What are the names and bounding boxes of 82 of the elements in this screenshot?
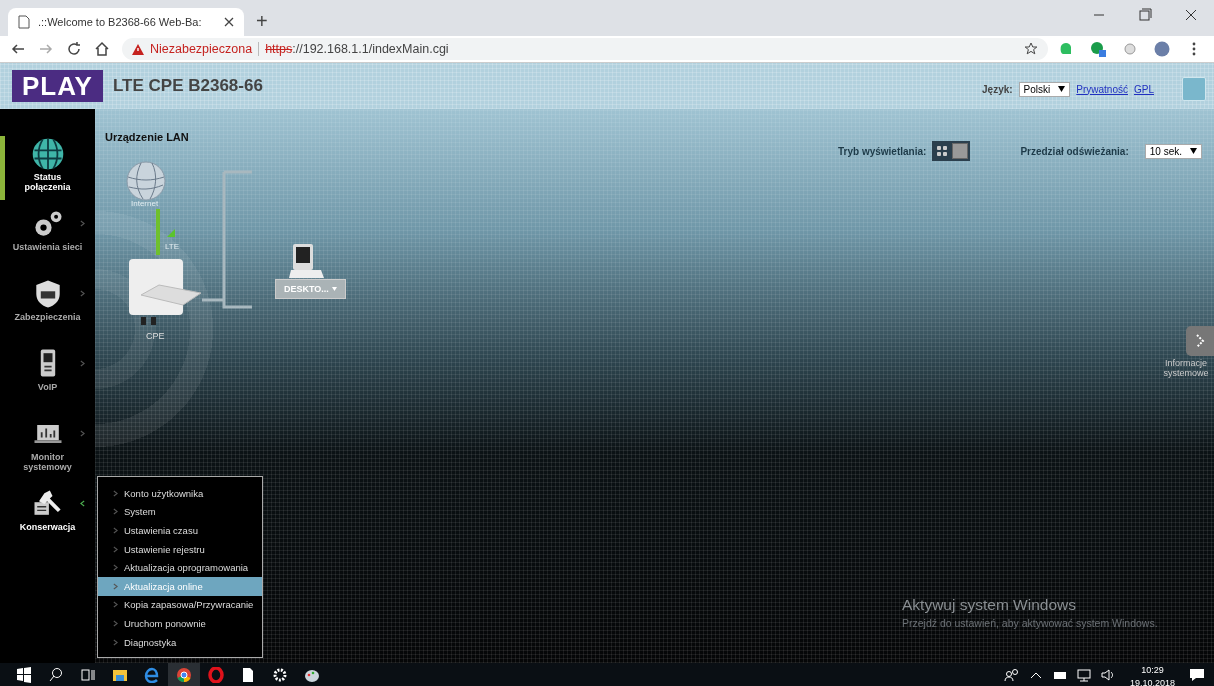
close-icon[interactable] (224, 17, 234, 27)
browser-icon[interactable] (144, 667, 160, 683)
submenu-item[interactable]: Kopia zapasowa/Przywracanie (98, 595, 262, 615)
computer-icon (289, 244, 325, 279)
activation-subtitle: Przejdź do ustawień, aby aktywować system Windows. (902, 617, 1158, 629)
chevron-icon (113, 489, 118, 497)
header-link[interactable]: GPL (1134, 83, 1154, 95)
cpe-label: CPE (146, 331, 165, 341)
settings-icon[interactable] (272, 667, 288, 683)
router-icon (129, 259, 201, 327)
chevron-icon (113, 638, 118, 646)
opera-icon[interactable] (208, 667, 224, 683)
submenu-item[interactable]: Uruchom ponownie (98, 614, 262, 633)
extension-icon[interactable] (1090, 41, 1106, 57)
windows-icon[interactable] (16, 667, 32, 683)
submenu-item[interactable]: Ustawienie rejestru (98, 539, 262, 559)
chevron-icon (113, 527, 118, 534)
language-select[interactable]: Polski (1018, 81, 1071, 97)
chrome-icon[interactable] (176, 667, 192, 683)
lte-label: LTE (165, 242, 180, 251)
submenu-item[interactable]: Aktualizacja oprogramowania (98, 558, 262, 577)
browser-tab[interactable]: .::Welcome to B2368-66 Web-Ba: (8, 8, 244, 36)
sidebar-item[interactable]: Status połączenia (0, 136, 95, 206)
internet-label: Internet (131, 199, 159, 208)
chevron-icon (113, 545, 118, 553)
chevron-icon (1195, 334, 1205, 348)
submenu-item[interactable]: Diagnostyka (98, 632, 262, 652)
refresh-select[interactable]: 10 sek. (1144, 143, 1202, 159)
caret-icon (1058, 86, 1066, 92)
chevron-icon (80, 430, 85, 437)
notification-icon[interactable] (1188, 668, 1206, 682)
address-bar[interactable]: Niezabezpieczona https://192.168.1.1/indexMain.cgi (122, 38, 1048, 60)
star-icon[interactable] (1024, 42, 1038, 56)
activation-title: Aktywuj system Windows (902, 596, 1077, 614)
network-icon[interactable] (1074, 668, 1093, 682)
side-panel-label: Informacje systemowe (1162, 358, 1210, 378)
logo: PLAY (12, 70, 103, 102)
home-icon[interactable] (94, 41, 110, 57)
submenu-item[interactable]: System (98, 502, 262, 522)
folder-icon[interactable] (112, 667, 128, 683)
new-tab-button[interactable]: + (256, 10, 268, 32)
tab-title: .::Welcome to B2368-66 Web-Ba: (38, 16, 203, 28)
document-icon[interactable] (240, 667, 256, 683)
chevron-icon (113, 582, 118, 590)
header-link[interactable]: Prywatność (1076, 83, 1128, 95)
signal-icon (167, 229, 175, 237)
submenu-item[interactable]: Konto użytkownika (98, 484, 262, 503)
display-mode-label: Tryb wyświetlania: (838, 145, 927, 157)
chevron-icon (113, 601, 118, 609)
sidebar-item[interactable]: Ustawienia sieci (0, 206, 95, 276)
model-name: LTE CPE B2368-66 (112, 76, 263, 96)
warning-icon (132, 43, 144, 55)
list-view-toggle[interactable] (952, 143, 969, 159)
chevron-icon (80, 290, 85, 297)
chevron-icon (80, 220, 85, 227)
chevron-icon (80, 500, 85, 507)
chevron-icon (113, 619, 118, 627)
palette-icon[interactable] (304, 667, 320, 683)
globe-icon (126, 161, 166, 201)
page-icon (18, 15, 30, 29)
sidebar-item[interactable]: Monitor systemowy (0, 416, 95, 486)
chevron-icon (80, 360, 85, 367)
section-title: Urządzenie LAN (105, 131, 189, 143)
caret-icon (1190, 148, 1197, 154)
url-text: https://192.168.1.1/indexMain.cgi (265, 42, 449, 56)
side-panel-button[interactable] (1186, 326, 1214, 356)
chevron-icon (113, 564, 118, 572)
submenu-item[interactable]: Ustawienia czasu (98, 521, 262, 540)
caret-icon (331, 287, 337, 291)
chevron-icon (113, 508, 118, 516)
sidebar-item[interactable]: VoIP (0, 346, 95, 416)
sidebar-item[interactable]: Konserwacja (0, 486, 95, 556)
avatar-icon[interactable] (1154, 41, 1170, 57)
sidebar-item[interactable]: Zabezpieczenia (0, 276, 95, 346)
language-label: Język: (982, 83, 1013, 95)
refresh-label: Przedział odświeżania: (1020, 145, 1129, 157)
search-icon[interactable] (48, 667, 64, 683)
security-label[interactable]: Niezabezpieczona (150, 42, 253, 56)
reload-icon[interactable] (66, 41, 82, 57)
task-view-icon[interactable] (80, 667, 96, 683)
people-icon[interactable] (1002, 668, 1021, 682)
clock[interactable]: 10:29 19.10.2018 (1129, 663, 1175, 686)
